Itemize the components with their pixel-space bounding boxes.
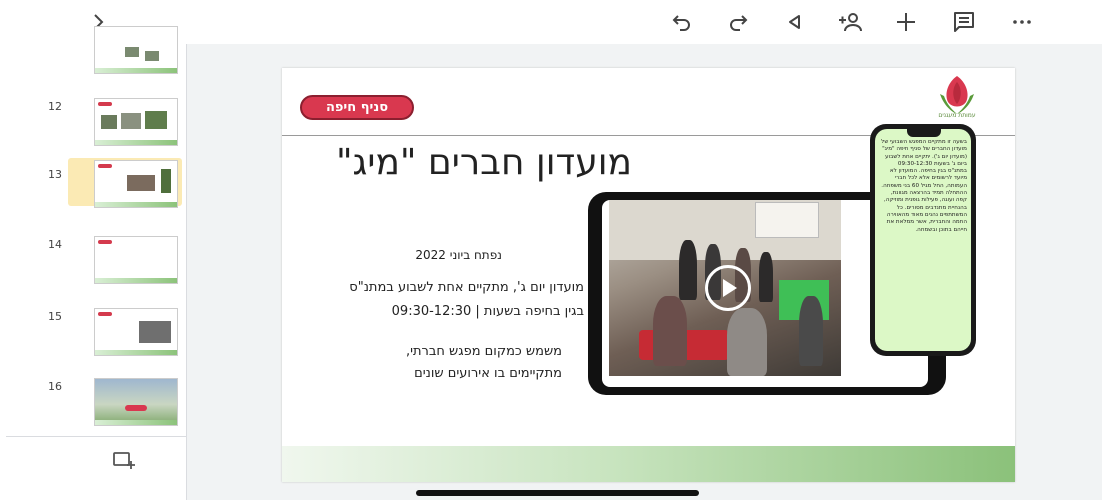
- slide-preview: [94, 160, 178, 208]
- body-line-3[interactable]: משמש כמקום מפגש חברתי,: [302, 344, 562, 359]
- logo-caption: עמותת מעגנים: [938, 112, 976, 119]
- bottom-decoration-strip: [282, 446, 1015, 482]
- add-person-icon[interactable]: [834, 6, 866, 38]
- slide-preview: [94, 236, 178, 284]
- slide-filmstrip: 12 13 14 15 16: [0, 26, 187, 500]
- body-line-2[interactable]: בגין בחיפה בשעות | 09:30-12:30: [302, 304, 584, 319]
- add-slide-icon[interactable]: [112, 450, 136, 472]
- slide-thumbnail[interactable]: 16: [48, 378, 182, 426]
- slide-thumbnail[interactable]: 14: [48, 236, 182, 284]
- add-icon[interactable]: [890, 6, 922, 38]
- slide-preview: [94, 26, 178, 74]
- body-line-4[interactable]: מתקיימים בו אירועים שונים: [302, 366, 562, 381]
- home-indicator[interactable]: [416, 490, 699, 496]
- branch-badge: סניף חיפה: [300, 95, 414, 120]
- comment-icon[interactable]: [948, 6, 980, 38]
- slide-preview: [94, 98, 178, 146]
- slide-thumbnail[interactable]: 12: [48, 98, 182, 146]
- body-line-1[interactable]: מועדון יום ג', מתקיים אחת לשבוע במתנ"ס: [302, 280, 584, 295]
- filmstrip-divider: [6, 436, 186, 437]
- phone-message-text: בשעה זו מתקיים המפגש השבועי של מועדון הח…: [881, 139, 967, 233]
- play-icon[interactable]: [705, 265, 751, 311]
- slide-preview: [94, 378, 178, 426]
- projector-screen: [755, 202, 819, 238]
- slide-number: 13: [48, 168, 62, 181]
- redo-icon[interactable]: [722, 6, 754, 38]
- opened-date[interactable]: נפתח ביוני 2022: [402, 248, 502, 262]
- slide-title[interactable]: מועדון חברים "מיג": [302, 142, 632, 183]
- phone-screen: בשעה זו מתקיים המפגש השבועי של מועדון הח…: [875, 129, 971, 351]
- undo-icon[interactable]: [666, 6, 698, 38]
- play-slideshow-icon[interactable]: [778, 6, 810, 38]
- slide-number: 16: [48, 380, 62, 393]
- slide-thumbnail[interactable]: 15: [48, 308, 182, 356]
- slide-thumbnail[interactable]: [70, 26, 182, 92]
- slide-canvas[interactable]: סניף חיפה עמותת מעגנים מועדון חברים "מיג…: [282, 68, 1015, 482]
- more-icon[interactable]: [1006, 6, 1038, 38]
- slide-number: 15: [48, 310, 62, 323]
- slide-number: 14: [48, 238, 62, 251]
- slide-thumbnail[interactable]: 13: [48, 158, 182, 208]
- phone-frame: בשעה זו מתקיים המפגש השבועי של מועדון הח…: [870, 124, 976, 356]
- slide-preview: [94, 308, 178, 356]
- slide-number: 12: [48, 100, 62, 113]
- embedded-video[interactable]: [609, 200, 841, 376]
